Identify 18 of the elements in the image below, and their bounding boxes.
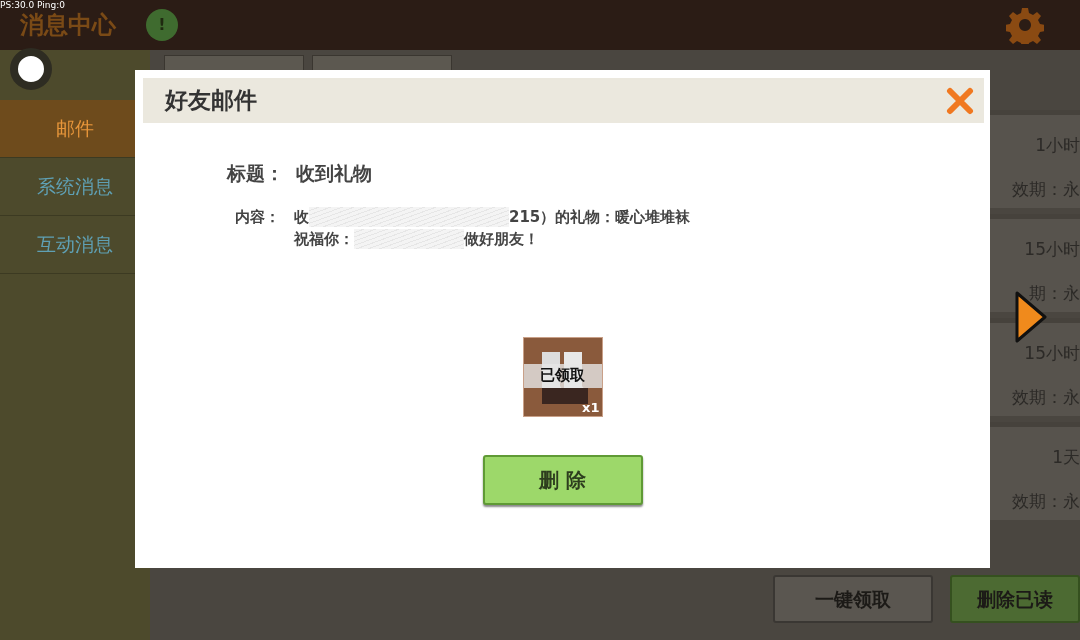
dialog-title: 好友邮件 [165,86,257,116]
gift-item[interactable]: 已领取 x1 [522,336,603,417]
subject-label: 标题： [227,161,284,186]
content-label: 内容： [235,206,280,228]
content-text: 215）的礼物：暖心堆堆袜 [509,206,691,228]
item-count: x1 [582,400,600,414]
subject-text: 收到礼物 [296,161,372,186]
alert-button[interactable]: ! [146,9,178,41]
content-text: 收 [294,206,309,228]
claimed-label: 已领取 [523,363,602,388]
action-button[interactable]: 删除已读 [950,575,1080,623]
content-text: 祝福你： [294,229,354,250]
delete-button[interactable]: 删 除 [482,454,643,505]
debug-text: PS:30.0 Ping:0 [0,0,65,10]
content-text: 做好朋友！ [464,229,539,250]
settings-icon[interactable] [1006,6,1044,44]
action-button[interactable]: 一键领取 [773,575,933,623]
page-title: 消息中心 [20,10,116,41]
